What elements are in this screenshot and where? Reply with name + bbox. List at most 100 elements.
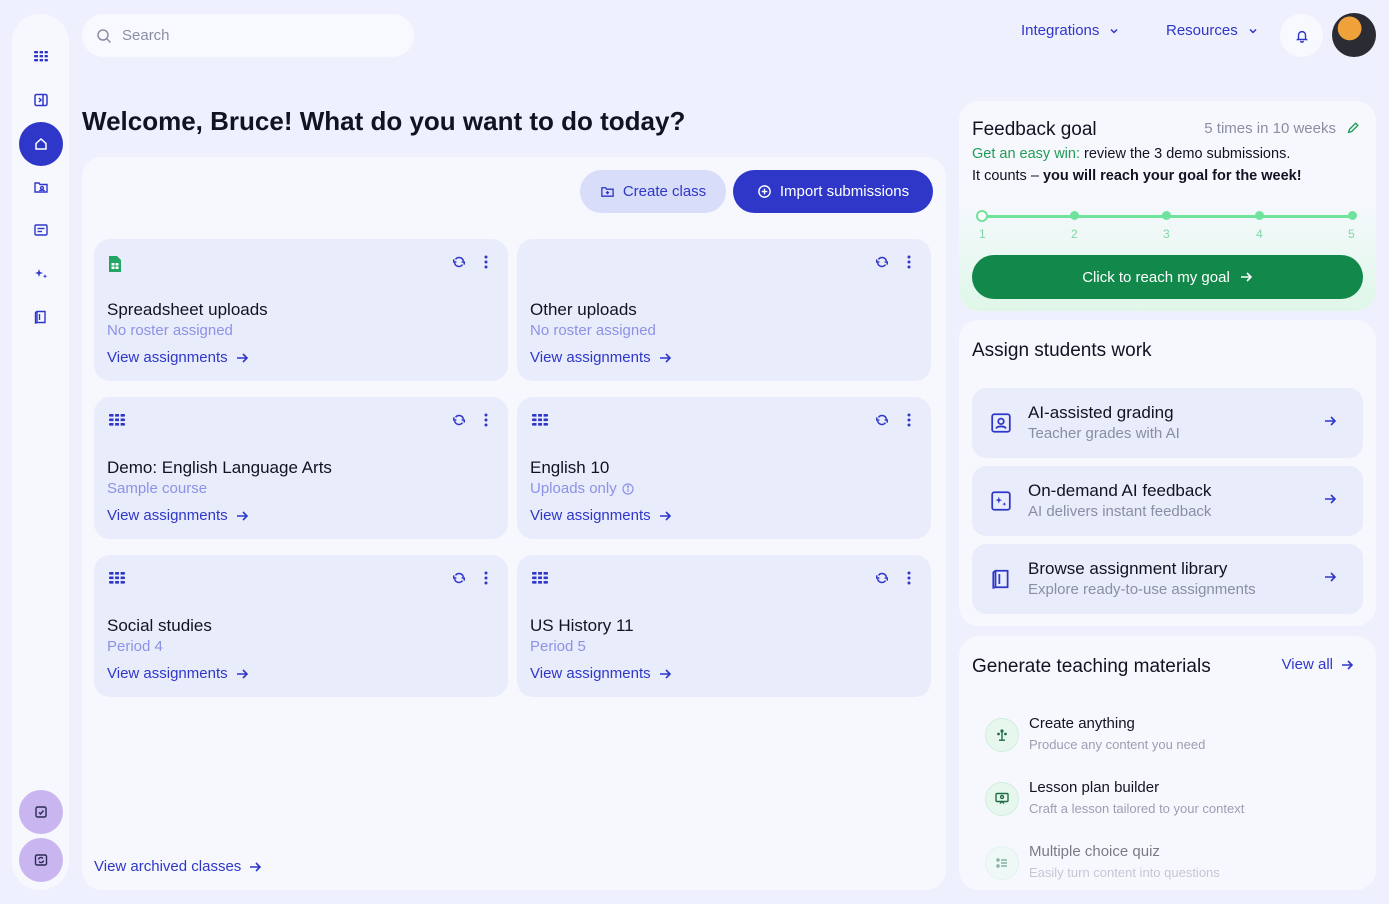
bell-icon bbox=[1295, 29, 1309, 43]
arrow-right-icon bbox=[1324, 571, 1337, 583]
feedback-goal-panel: Feedback goal 5 times in 10 weeks Get an… bbox=[959, 101, 1376, 311]
create-class-button[interactable]: Create class bbox=[580, 170, 726, 213]
goal-step-dot bbox=[1255, 211, 1264, 220]
info-icon[interactable] bbox=[622, 483, 634, 495]
chevron-down-icon bbox=[1248, 26, 1258, 36]
on-demand-ai-feedback-item[interactable]: On-demand AI feedback AI delivers instan… bbox=[972, 466, 1363, 536]
view-assignments-label: View assignments bbox=[530, 507, 651, 524]
plus-circle-icon bbox=[757, 184, 772, 199]
sync-icon[interactable] bbox=[452, 413, 466, 427]
generate-title: Generate teaching materials bbox=[972, 656, 1211, 678]
class-card[interactable]: Spreadsheet uploads No roster assigned V… bbox=[94, 239, 508, 381]
presentation-icon bbox=[985, 782, 1019, 816]
more-options-icon[interactable] bbox=[484, 255, 488, 269]
class-subtitle: No roster assigned bbox=[530, 322, 656, 339]
class-title: US History 11 bbox=[530, 616, 634, 636]
view-assignments-link[interactable]: View assignments bbox=[107, 507, 249, 524]
sidebar-item-ai-tools[interactable] bbox=[19, 252, 63, 296]
view-all-link[interactable]: View all bbox=[1282, 656, 1354, 673]
sidebar-sync-icon[interactable] bbox=[19, 838, 63, 882]
view-assignments-link[interactable]: View assignments bbox=[530, 665, 672, 682]
create-class-label: Create class bbox=[623, 183, 706, 200]
sidebar-badge-icon[interactable] bbox=[19, 790, 63, 834]
class-title: Other uploads bbox=[530, 300, 637, 320]
resources-label: Resources bbox=[1166, 22, 1238, 39]
item-subtitle: Produce any content you need bbox=[1029, 737, 1205, 752]
resources-menu[interactable]: Resources bbox=[1166, 22, 1258, 39]
class-subtitle: Sample course bbox=[107, 480, 207, 497]
grading-icon bbox=[990, 412, 1012, 434]
view-assignments-link[interactable]: View assignments bbox=[107, 349, 249, 366]
search-input[interactable] bbox=[122, 27, 382, 44]
import-submissions-label: Import submissions bbox=[780, 183, 909, 200]
search-bar[interactable] bbox=[82, 14, 414, 57]
item-title: AI-assisted grading bbox=[1028, 403, 1174, 423]
view-archived-classes-link[interactable]: View archived classes bbox=[94, 858, 262, 875]
goal-step-label: 1 bbox=[979, 227, 986, 241]
view-assignments-label: View assignments bbox=[530, 665, 651, 682]
class-card[interactable]: Social studies Period 4 View assignments bbox=[94, 555, 508, 697]
easy-win-text: review the 3 demo submissions. bbox=[1080, 146, 1290, 162]
sidebar-item-assignments[interactable] bbox=[19, 208, 63, 252]
more-options-icon[interactable] bbox=[907, 255, 911, 269]
class-icon bbox=[531, 571, 549, 585]
goal-step-label: 4 bbox=[1256, 227, 1263, 241]
class-subtitle: No roster assigned bbox=[107, 322, 233, 339]
avatar[interactable] bbox=[1332, 13, 1376, 57]
page-title: Welcome, Bruce! What do you want to do t… bbox=[82, 106, 685, 137]
view-archived-classes-label: View archived classes bbox=[94, 858, 241, 875]
class-subtitle-text: Uploads only bbox=[530, 480, 617, 497]
arrow-right-icon bbox=[1341, 659, 1354, 671]
goal-title: Feedback goal bbox=[972, 119, 1097, 141]
class-subtitle-text: Sample course bbox=[107, 480, 207, 497]
spreadsheet-icon bbox=[108, 255, 122, 273]
view-assignments-link[interactable]: View assignments bbox=[530, 349, 672, 366]
goal-step-label: 3 bbox=[1163, 227, 1170, 241]
pencil-icon[interactable] bbox=[1346, 121, 1360, 135]
item-subtitle: Craft a lesson tailored to your context bbox=[1029, 801, 1244, 816]
sidebar-toggle-icon[interactable] bbox=[19, 78, 63, 122]
class-title: Social studies bbox=[107, 616, 212, 636]
assign-title: Assign students work bbox=[972, 340, 1152, 362]
view-assignments-link[interactable]: View assignments bbox=[107, 665, 249, 682]
sync-icon[interactable] bbox=[875, 571, 889, 585]
item-subtitle: AI delivers instant feedback bbox=[1028, 503, 1211, 520]
class-subtitle-text: Period 5 bbox=[530, 638, 586, 655]
item-subtitle: Explore ready-to-use assignments bbox=[1028, 581, 1256, 598]
class-card[interactable]: Demo: English Language Arts Sample cours… bbox=[94, 397, 508, 539]
logo-icon[interactable] bbox=[19, 34, 63, 78]
sidebar-item-library[interactable] bbox=[19, 295, 63, 339]
view-assignments-label: View assignments bbox=[530, 349, 651, 366]
arrow-right-icon bbox=[1324, 415, 1337, 427]
more-options-icon[interactable] bbox=[907, 571, 911, 585]
sync-icon[interactable] bbox=[452, 571, 466, 585]
class-title: Demo: English Language Arts bbox=[107, 458, 332, 478]
more-options-icon[interactable] bbox=[484, 413, 488, 427]
item-subtitle: Teacher grades with AI bbox=[1028, 425, 1180, 442]
browse-assignment-library-item[interactable]: Browse assignment library Explore ready-… bbox=[972, 544, 1363, 614]
sync-icon[interactable] bbox=[875, 255, 889, 269]
class-icon bbox=[108, 413, 126, 427]
view-assignments-link[interactable]: View assignments bbox=[530, 507, 672, 524]
ai-assisted-grading-item[interactable]: AI-assisted grading Teacher grades with … bbox=[972, 388, 1363, 458]
sync-icon[interactable] bbox=[452, 255, 466, 269]
class-card[interactable]: English 10 Uploads only View assignments bbox=[517, 397, 931, 539]
assign-students-panel: Assign students work AI-assisted grading… bbox=[959, 320, 1376, 626]
reach-goal-label: Click to reach my goal bbox=[1082, 269, 1230, 286]
sidebar-item-classes[interactable] bbox=[19, 165, 63, 209]
goal-progress-marker bbox=[976, 210, 988, 222]
goal-target: 5 times in 10 weeks bbox=[1204, 120, 1336, 137]
reach-goal-button[interactable]: Click to reach my goal bbox=[972, 255, 1363, 299]
view-assignments-label: View assignments bbox=[107, 507, 228, 524]
more-options-icon[interactable] bbox=[907, 413, 911, 427]
class-card[interactable]: US History 11 Period 5 View assignments bbox=[517, 555, 931, 697]
sidebar-item-home[interactable] bbox=[19, 122, 63, 166]
integrations-menu[interactable]: Integrations bbox=[1021, 22, 1119, 39]
import-submissions-button[interactable]: Import submissions bbox=[733, 170, 933, 213]
book-icon bbox=[990, 568, 1012, 590]
more-options-icon[interactable] bbox=[484, 571, 488, 585]
generate-materials-panel: Generate teaching materials View all Cre… bbox=[959, 636, 1376, 890]
class-card[interactable]: Other uploads No roster assigned View as… bbox=[517, 239, 931, 381]
sync-icon[interactable] bbox=[875, 413, 889, 427]
notifications-button[interactable] bbox=[1280, 14, 1323, 57]
